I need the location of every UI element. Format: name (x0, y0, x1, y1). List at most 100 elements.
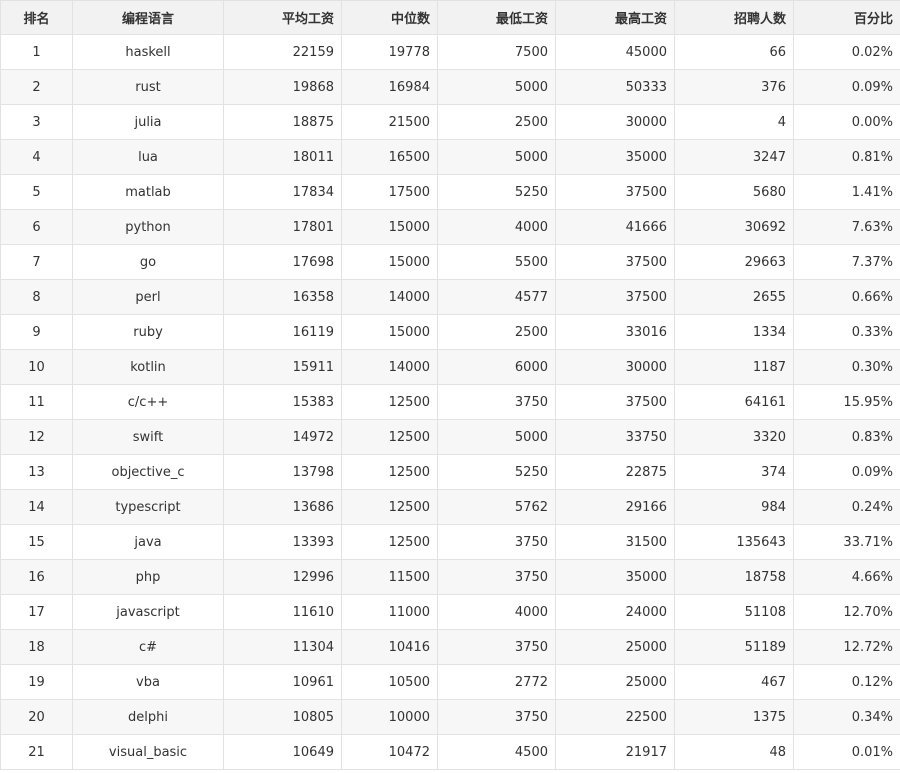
median-cell: 14000 (341, 349, 438, 385)
rank-cell: 19 (0, 664, 73, 700)
hiring-count-cell: 30692 (674, 209, 794, 245)
avg-salary-cell: 10649 (223, 734, 342, 770)
table-row[interactable]: 3 julia 18875 21500 2500 30000 4 0.00% (0, 104, 900, 140)
median-cell: 15000 (341, 209, 438, 245)
max-salary-cell: 35000 (555, 559, 675, 595)
table-row[interactable]: 11 c/c++ 15383 12500 3750 37500 64161 15.95% (0, 384, 900, 420)
rank-cell: 4 (0, 139, 73, 175)
median-cell: 10472 (341, 734, 438, 770)
hiring-count-cell: 48 (674, 734, 794, 770)
hiring-count-cell: 66 (674, 34, 794, 70)
table-body: 1 haskell 22159 19778 7500 45000 66 0.02% 2 rust 1… (0, 34, 900, 770)
table-row[interactable]: 2 rust 19868 16984 5000 50333 376 0.09% (0, 69, 900, 105)
header-min-salary[interactable]: 最低工资 (437, 0, 556, 35)
table-row[interactable]: 7 go 17698 15000 5500 37500 29663 7.37% (0, 244, 900, 280)
language-cell: typescript (72, 489, 224, 525)
language-cell: swift (72, 419, 224, 455)
language-cell: kotlin (72, 349, 224, 385)
median-cell: 15000 (341, 244, 438, 280)
language-cell: c/c++ (72, 384, 224, 420)
hiring-count-cell: 5680 (674, 174, 794, 210)
rank-cell: 3 (0, 104, 73, 140)
percentage-cell: 0.09% (793, 69, 900, 105)
percentage-cell: 0.01% (793, 734, 900, 770)
min-salary-cell: 5250 (437, 174, 556, 210)
language-cell: javascript (72, 594, 224, 630)
hiring-count-cell: 29663 (674, 244, 794, 280)
rank-cell: 2 (0, 69, 73, 105)
header-language[interactable]: 编程语言 (72, 0, 224, 35)
max-salary-cell: 30000 (555, 349, 675, 385)
hiring-count-cell: 64161 (674, 384, 794, 420)
min-salary-cell: 5250 (437, 454, 556, 490)
language-cell: php (72, 559, 224, 595)
table-row[interactable]: 13 objective_c 13798 12500 5250 22875 374 0.09% (0, 454, 900, 490)
max-salary-cell: 30000 (555, 104, 675, 140)
rank-cell: 7 (0, 244, 73, 280)
table-row[interactable]: 15 java 13393 12500 3750 31500 135643 33.71% (0, 524, 900, 560)
max-salary-cell: 35000 (555, 139, 675, 175)
min-salary-cell: 4500 (437, 734, 556, 770)
hiring-count-cell: 3247 (674, 139, 794, 175)
salary-table: 排名 编程语言 平均工资 中位数 最低工资 最高工资 招聘人数 百分比 1 has… (0, 0, 900, 770)
avg-salary-cell: 11304 (223, 629, 342, 665)
percentage-cell: 15.95% (793, 384, 900, 420)
avg-salary-cell: 15911 (223, 349, 342, 385)
median-cell: 12500 (341, 454, 438, 490)
hiring-count-cell: 376 (674, 69, 794, 105)
table-row[interactable]: 6 python 17801 15000 4000 41666 30692 7.63% (0, 209, 900, 245)
min-salary-cell: 5000 (437, 139, 556, 175)
max-salary-cell: 37500 (555, 384, 675, 420)
table-row[interactable]: 10 kotlin 15911 14000 6000 30000 1187 0.30% (0, 349, 900, 385)
percentage-cell: 7.63% (793, 209, 900, 245)
avg-salary-cell: 16358 (223, 279, 342, 315)
language-cell: perl (72, 279, 224, 315)
median-cell: 12500 (341, 384, 438, 420)
table-row[interactable]: 8 perl 16358 14000 4577 37500 2655 0.66% (0, 279, 900, 315)
header-rank[interactable]: 排名 (0, 0, 73, 35)
table-row[interactable]: 16 php 12996 11500 3750 35000 18758 4.66% (0, 559, 900, 595)
min-salary-cell: 4000 (437, 209, 556, 245)
header-hiring-count[interactable]: 招聘人数 (674, 0, 794, 35)
avg-salary-cell: 13686 (223, 489, 342, 525)
table-row[interactable]: 9 ruby 16119 15000 2500 33016 1334 0.33% (0, 314, 900, 350)
percentage-cell: 0.30% (793, 349, 900, 385)
rank-cell: 11 (0, 384, 73, 420)
table-row[interactable]: 12 swift 14972 12500 5000 33750 3320 0.83% (0, 419, 900, 455)
header-median[interactable]: 中位数 (341, 0, 438, 35)
percentage-cell: 0.00% (793, 104, 900, 140)
table-row[interactable]: 4 lua 18011 16500 5000 35000 3247 0.81% (0, 139, 900, 175)
avg-salary-cell: 17698 (223, 244, 342, 280)
header-avg-salary[interactable]: 平均工资 (223, 0, 342, 35)
rank-cell: 20 (0, 699, 73, 735)
header-row: 排名 编程语言 平均工资 中位数 最低工资 最高工资 招聘人数 百分比 (0, 0, 900, 35)
percentage-cell: 0.81% (793, 139, 900, 175)
table-row[interactable]: 21 visual_basic 10649 10472 4500 21917 48 0.01% (0, 734, 900, 770)
language-cell: rust (72, 69, 224, 105)
max-salary-cell: 37500 (555, 244, 675, 280)
table-row[interactable]: 19 vba 10961 10500 2772 25000 467 0.12% (0, 664, 900, 700)
min-salary-cell: 6000 (437, 349, 556, 385)
rank-cell: 12 (0, 419, 73, 455)
min-salary-cell: 3750 (437, 384, 556, 420)
table-row[interactable]: 17 javascript 11610 11000 4000 24000 51108 12.7… (0, 594, 900, 630)
percentage-cell: 0.66% (793, 279, 900, 315)
max-salary-cell: 33016 (555, 314, 675, 350)
median-cell: 16500 (341, 139, 438, 175)
rank-cell: 10 (0, 349, 73, 385)
header-max-salary[interactable]: 最高工资 (555, 0, 675, 35)
avg-salary-cell: 19868 (223, 69, 342, 105)
median-cell: 12500 (341, 419, 438, 455)
language-cell: julia (72, 104, 224, 140)
rank-cell: 13 (0, 454, 73, 490)
table-row[interactable]: 18 c# 11304 10416 3750 25000 51189 12.72% (0, 629, 900, 665)
min-salary-cell: 5000 (437, 419, 556, 455)
median-cell: 11500 (341, 559, 438, 595)
max-salary-cell: 25000 (555, 629, 675, 665)
avg-salary-cell: 13393 (223, 524, 342, 560)
table-row[interactable]: 20 delphi 10805 10000 3750 22500 1375 0.34% (0, 699, 900, 735)
table-row[interactable]: 14 typescript 13686 12500 5762 29166 984 0.24% (0, 489, 900, 525)
table-row[interactable]: 5 matlab 17834 17500 5250 37500 5680 1.41% (0, 174, 900, 210)
table-row[interactable]: 1 haskell 22159 19778 7500 45000 66 0.02% (0, 34, 900, 70)
header-percentage[interactable]: 百分比 (793, 0, 900, 35)
